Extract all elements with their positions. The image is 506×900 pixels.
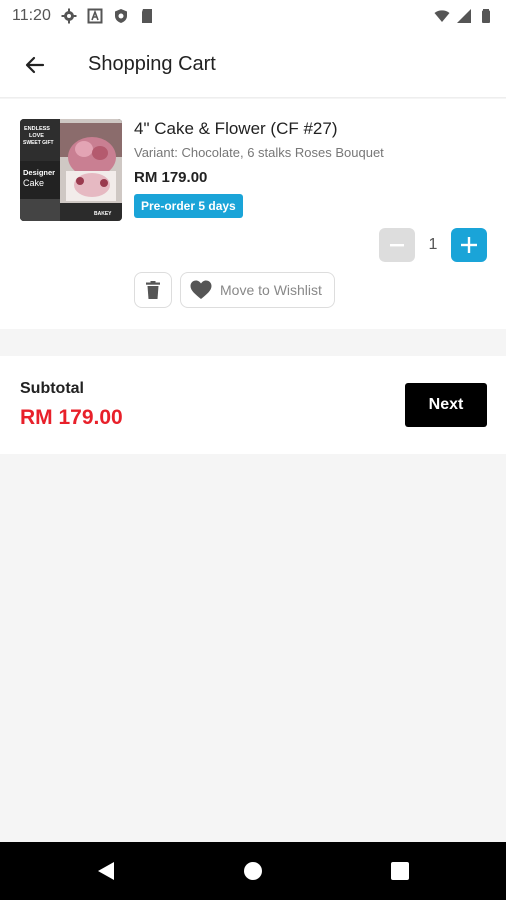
a-icon	[87, 8, 103, 24]
nav-home-icon[interactable]	[244, 862, 262, 880]
thumb-text-2: LOVE	[29, 133, 44, 139]
status-bar: 11:20	[0, 0, 506, 32]
product-price: RM 179.00	[134, 169, 208, 186]
thumb-text-3: SWEET GIFT	[23, 140, 54, 146]
status-time: 11:20	[12, 7, 51, 24]
move-to-wishlist-button[interactable]: Move to Wishlist	[180, 272, 335, 308]
arrow-left-icon	[25, 56, 45, 73]
status-icons-left	[61, 8, 155, 24]
product-title[interactable]: 4" Cake & Flower (CF #27)	[134, 119, 338, 139]
plus-icon	[461, 237, 477, 253]
quantity-value: 1	[428, 236, 438, 253]
delete-button[interactable]	[134, 272, 172, 308]
thumb-text-5: Cake	[23, 178, 44, 188]
heart-icon	[190, 280, 212, 299]
system-nav-bar	[0, 842, 506, 900]
nav-recents-icon[interactable]	[391, 862, 409, 880]
shield-icon	[114, 9, 127, 23]
order-summary: Subtotal RM 179.00 Next	[0, 356, 506, 454]
back-button[interactable]	[0, 32, 70, 98]
status-icons-right	[434, 8, 494, 24]
product-variant: Variant: Chocolate, 6 stalks Roses Bouqu…	[134, 145, 384, 160]
preorder-badge: Pre-order 5 days	[134, 194, 243, 218]
thumb-text-4: Designer	[23, 168, 55, 177]
wifi-icon	[434, 10, 450, 22]
signal-icon	[457, 9, 471, 23]
wishlist-label: Move to Wishlist	[220, 282, 322, 298]
product-image: ENDLESS LOVE SWEET GIFT Designer Cake BA…	[20, 119, 122, 221]
subtotal-label: Subtotal	[20, 380, 84, 397]
quantity-decrease-button[interactable]	[379, 228, 415, 262]
thumb-text-1: ENDLESS	[24, 126, 50, 132]
next-button[interactable]: Next	[405, 383, 487, 427]
cart-item: ENDLESS LOVE SWEET GIFT Designer Cake BA…	[0, 99, 506, 329]
gear-icon	[61, 8, 77, 24]
sd-card-icon	[141, 9, 152, 23]
trash-icon	[146, 281, 160, 299]
product-thumbnail[interactable]: ENDLESS LOVE SWEET GIFT Designer Cake BA…	[20, 119, 122, 221]
quantity-increase-button[interactable]	[451, 228, 487, 262]
page-title: Shopping Cart	[88, 53, 216, 75]
battery-icon	[482, 9, 490, 23]
thumb-brand: BAKEY	[94, 211, 112, 217]
app-bar: Shopping Cart	[0, 32, 506, 98]
subtotal-value: RM 179.00	[20, 406, 123, 429]
minus-icon	[390, 244, 404, 247]
nav-back-icon[interactable]	[96, 861, 116, 881]
